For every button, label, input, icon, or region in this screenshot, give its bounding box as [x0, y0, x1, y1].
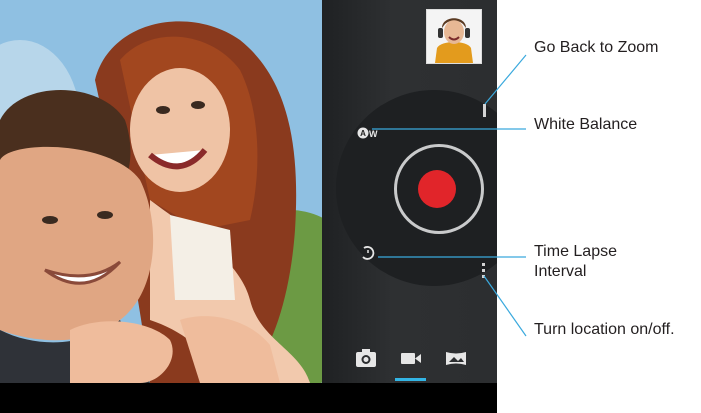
panorama-mode-icon[interactable] — [445, 348, 467, 368]
camera-control-panel: A W — [322, 0, 497, 383]
video-mode-icon[interactable] — [400, 348, 422, 368]
mode-switcher — [322, 340, 497, 383]
system-navigation-bar — [0, 383, 497, 413]
callout-location: Turn location on/off. — [534, 321, 675, 338]
camera-viewfinder[interactable] — [0, 0, 322, 383]
zoom-handle[interactable] — [483, 104, 486, 117]
svg-text:A: A — [360, 129, 366, 138]
white-balance-auto-icon[interactable]: A W — [357, 126, 381, 140]
camera-mode-icon[interactable] — [355, 348, 377, 368]
callout-white-balance: White Balance — [534, 116, 638, 133]
svg-text:W: W — [369, 129, 378, 139]
last-photo-thumbnail[interactable] — [426, 9, 482, 64]
timelapse-icon[interactable] — [360, 245, 376, 261]
viewfinder-image — [0, 0, 322, 383]
callout-timelapse-line2: Interval — [534, 263, 587, 280]
callout-zoom: Go Back to Zoom — [534, 39, 659, 56]
callout-timelapse-line1: Time Lapse — [534, 243, 617, 260]
active-mode-indicator — [395, 378, 426, 381]
record-button[interactable] — [418, 170, 456, 208]
thumbnail-image — [427, 10, 481, 63]
location-icon[interactable] — [482, 263, 485, 278]
